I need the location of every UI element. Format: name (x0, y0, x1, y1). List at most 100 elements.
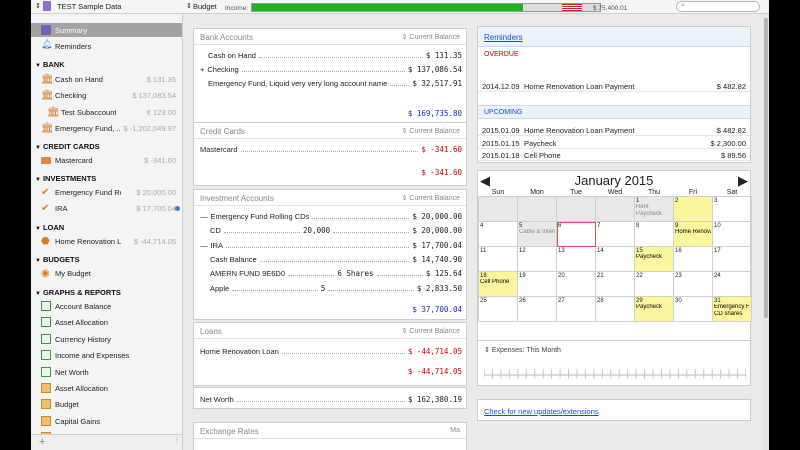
calendar-day[interactable]: 28 (595, 296, 635, 322)
calendar-event[interactable]: Paycheck (636, 211, 672, 218)
sidebar-item-graph-0[interactable]: Account Balance (31, 299, 182, 313)
calendar-day[interactable]: 6 (556, 221, 596, 247)
account-row[interactable]: Home Renovation Loan $ -44,714.05 (200, 347, 462, 356)
sidebar-item-graph-2[interactable]: Currency History (31, 332, 182, 346)
calendar-event[interactable]: Paycheck (636, 254, 672, 261)
sidebar-item-graph-5[interactable]: Asset Allocation (31, 381, 182, 395)
reminder-row[interactable]: 2014.12.09 Home Renovation Loan Payment $ … (478, 79, 750, 92)
calendar-day[interactable]: 29 Paycheck (634, 296, 674, 322)
calendar-day[interactable]: 15 Paycheck (634, 246, 674, 272)
calendar-day[interactable]: 1 Rent Paycheck (634, 196, 674, 222)
search-field[interactable]: ⌕ (676, 1, 760, 12)
calendar-day[interactable]: 24 (712, 271, 752, 297)
expenses-title[interactable]: ⇕ Expenses: This Month (484, 346, 561, 354)
section-header-graphs[interactable]: ▼ GRAPHS & REPORTS (35, 288, 121, 297)
calendar-event[interactable]: Home Renova (675, 229, 711, 236)
account-row[interactable]: — IRA $ 17,700.04 (200, 241, 462, 250)
calendar-day[interactable] (595, 196, 635, 222)
account-row[interactable]: — Emergency Fund Rolling CDs $ 20,000.00 (200, 212, 462, 221)
calendar-day[interactable]: 7 (595, 221, 635, 247)
calendar-day[interactable]: 16 (673, 246, 713, 272)
sidebar-item-summary[interactable]: Summary (31, 23, 182, 37)
calendar-day[interactable]: 27 (556, 296, 596, 322)
view-menu-icon[interactable]: ⇕ (186, 2, 192, 10)
calendar-event[interactable]: Cable & Interne (519, 229, 555, 236)
calendar-next-button[interactable]: ▶ (738, 173, 748, 189)
section-header-budgets[interactable]: ▼ BUDGETS (35, 255, 80, 264)
sort-selector[interactable]: ⇕ Current Balance (402, 127, 460, 135)
file-selector-icon[interactable]: ⇕ (35, 2, 41, 10)
calendar-day[interactable]: 18 Cell Phone (478, 271, 518, 297)
sidebar-item-bank-2[interactable]: 🏛︎ Test Subaccount € 123.00 (31, 105, 182, 119)
main-scrollbar[interactable] (763, 14, 769, 450)
account-row[interactable]: Mastercard $ -341.60 (200, 145, 462, 154)
sidebar-item-graph-3[interactable]: Income and Expenses (31, 348, 182, 362)
reminders-link[interactable]: Reminders (484, 33, 523, 42)
calendar-day[interactable]: 23 (673, 271, 713, 297)
scrollbar-thumb[interactable] (764, 18, 768, 318)
sidebar-item-graph-7[interactable]: Capital Gains (31, 414, 182, 428)
account-row[interactable]: Cash Balance $ 14,740.90 (210, 255, 462, 264)
calendar-day[interactable]: 12 (517, 246, 557, 272)
calendar-day[interactable]: 2 (673, 196, 713, 222)
resize-handle-icon[interactable]: ⁞ (176, 438, 178, 445)
calendar-day[interactable]: 8 (634, 221, 674, 247)
sidebar-item-reminders[interactable]: 🔔︎ Reminders (31, 39, 182, 53)
expand-icon[interactable]: + (200, 65, 204, 74)
expand-icon[interactable]: — (200, 241, 208, 250)
calendar-day[interactable]: 4 (478, 221, 518, 247)
sidebar-item-budget-0[interactable]: ◉ My Budget (31, 266, 182, 280)
calendar-day[interactable]: 3 (712, 196, 752, 222)
section-header-investments[interactable]: ▼ INVESTMENTS (35, 174, 96, 183)
calendar-day[interactable]: 5Cable & Interne (517, 221, 557, 247)
calendar-day[interactable]: 25 (478, 296, 518, 322)
sidebar-item-credit-0[interactable]: Mastercard $ -341.60 (31, 153, 182, 167)
calendar-day[interactable]: 10 (712, 221, 752, 247)
updates-link[interactable]: Check for new updates/extensions (484, 407, 599, 416)
sidebar-item-invest-0[interactable]: ✔ Emergency Fund Rolling ... $ 20,000.00 (31, 185, 182, 199)
calendar-day[interactable]: 21 (595, 271, 635, 297)
calendar-day[interactable]: 30 (673, 296, 713, 322)
view-menu[interactable]: Budget (193, 2, 217, 11)
section-header-bank[interactable]: ▼ BANK (35, 60, 65, 69)
calendar-event[interactable]: Cell Phone (480, 279, 516, 286)
calendar-day[interactable]: 9 Home Renova (673, 221, 713, 247)
sidebar-item-invest-1[interactable]: ✔ IRA $ 17,700.04 (31, 201, 182, 215)
expand-icon[interactable]: — (200, 212, 208, 221)
account-row[interactable]: Cash on Hand $ 131.35 (208, 51, 462, 60)
calendar-day[interactable]: 13 (556, 246, 596, 272)
section-header-loan[interactable]: ▼ LOAN (35, 223, 64, 232)
calendar-day[interactable]: 14 (595, 246, 635, 272)
calendar-event[interactable]: Emergency Fu (714, 304, 750, 311)
account-row[interactable]: + Checking $ 137,086.54 (200, 65, 462, 74)
calendar-day[interactable] (517, 196, 557, 222)
account-row[interactable]: AMERN FUND 9E6D0 6 Shares $ 125.64 (210, 269, 462, 278)
sidebar-item-bank-3[interactable]: 🏛︎ Emergency Fund, ... $ -1,202,049.97 (31, 121, 182, 135)
calendar-day[interactable]: 17 (712, 246, 752, 272)
calendar-day[interactable]: 11 (478, 246, 518, 272)
sidebar-item-loan-0[interactable]: ⬣ Home Renovation Loan $ -44,714.05 (31, 234, 182, 248)
sidebar-item-bank-1[interactable]: 🏛︎ Checking $ 137,083.54 (31, 88, 182, 102)
reminder-row[interactable]: 2015.01.09 Home Renovation Loan Payment $ … (478, 123, 750, 136)
calendar-day[interactable]: 22 (634, 271, 674, 297)
calendar-event[interactable]: CD shares (714, 311, 750, 318)
sort-selector[interactable]: ⇕ Current Balance (402, 327, 460, 335)
calendar-day[interactable]: 19 (517, 271, 557, 297)
sidebar-item-graph-4[interactable]: Net Worth (31, 365, 182, 379)
section-header-credit[interactable]: ▼ CREDIT CARDS (35, 142, 100, 151)
sidebar-item-bank-0[interactable]: 🏛︎ Cash on Hand $ 131.35 (31, 72, 182, 86)
calendar-event[interactable]: Paycheck (636, 304, 672, 311)
account-row[interactable]: CD 20,000 $ 20,000.00 (210, 226, 462, 235)
add-icon[interactable]: + (39, 436, 45, 448)
account-row[interactable]: Emergency Fund, Liquid very very long ac… (208, 79, 462, 88)
sidebar-item-graph-6[interactable]: Budget (31, 397, 182, 411)
calendar-day[interactable] (556, 196, 596, 222)
account-row[interactable]: Apple 5 $ 2,833.50 (210, 284, 462, 293)
calendar-day[interactable]: 31 Emergency Fu CD shares (712, 296, 752, 322)
sort-selector[interactable]: ⇕ Current Balance (402, 33, 460, 41)
file-name[interactable]: TEST Sample Data (57, 2, 121, 11)
calendar-day[interactable]: 20 (556, 271, 596, 297)
reminder-row[interactable]: 2015.01.18 Cell Phone $ 89.56 (478, 148, 750, 162)
reminder-row[interactable]: 2015.01.15 Paycheck $ 2,300.00 (478, 136, 750, 149)
calendar-day[interactable]: 26 (517, 296, 557, 322)
